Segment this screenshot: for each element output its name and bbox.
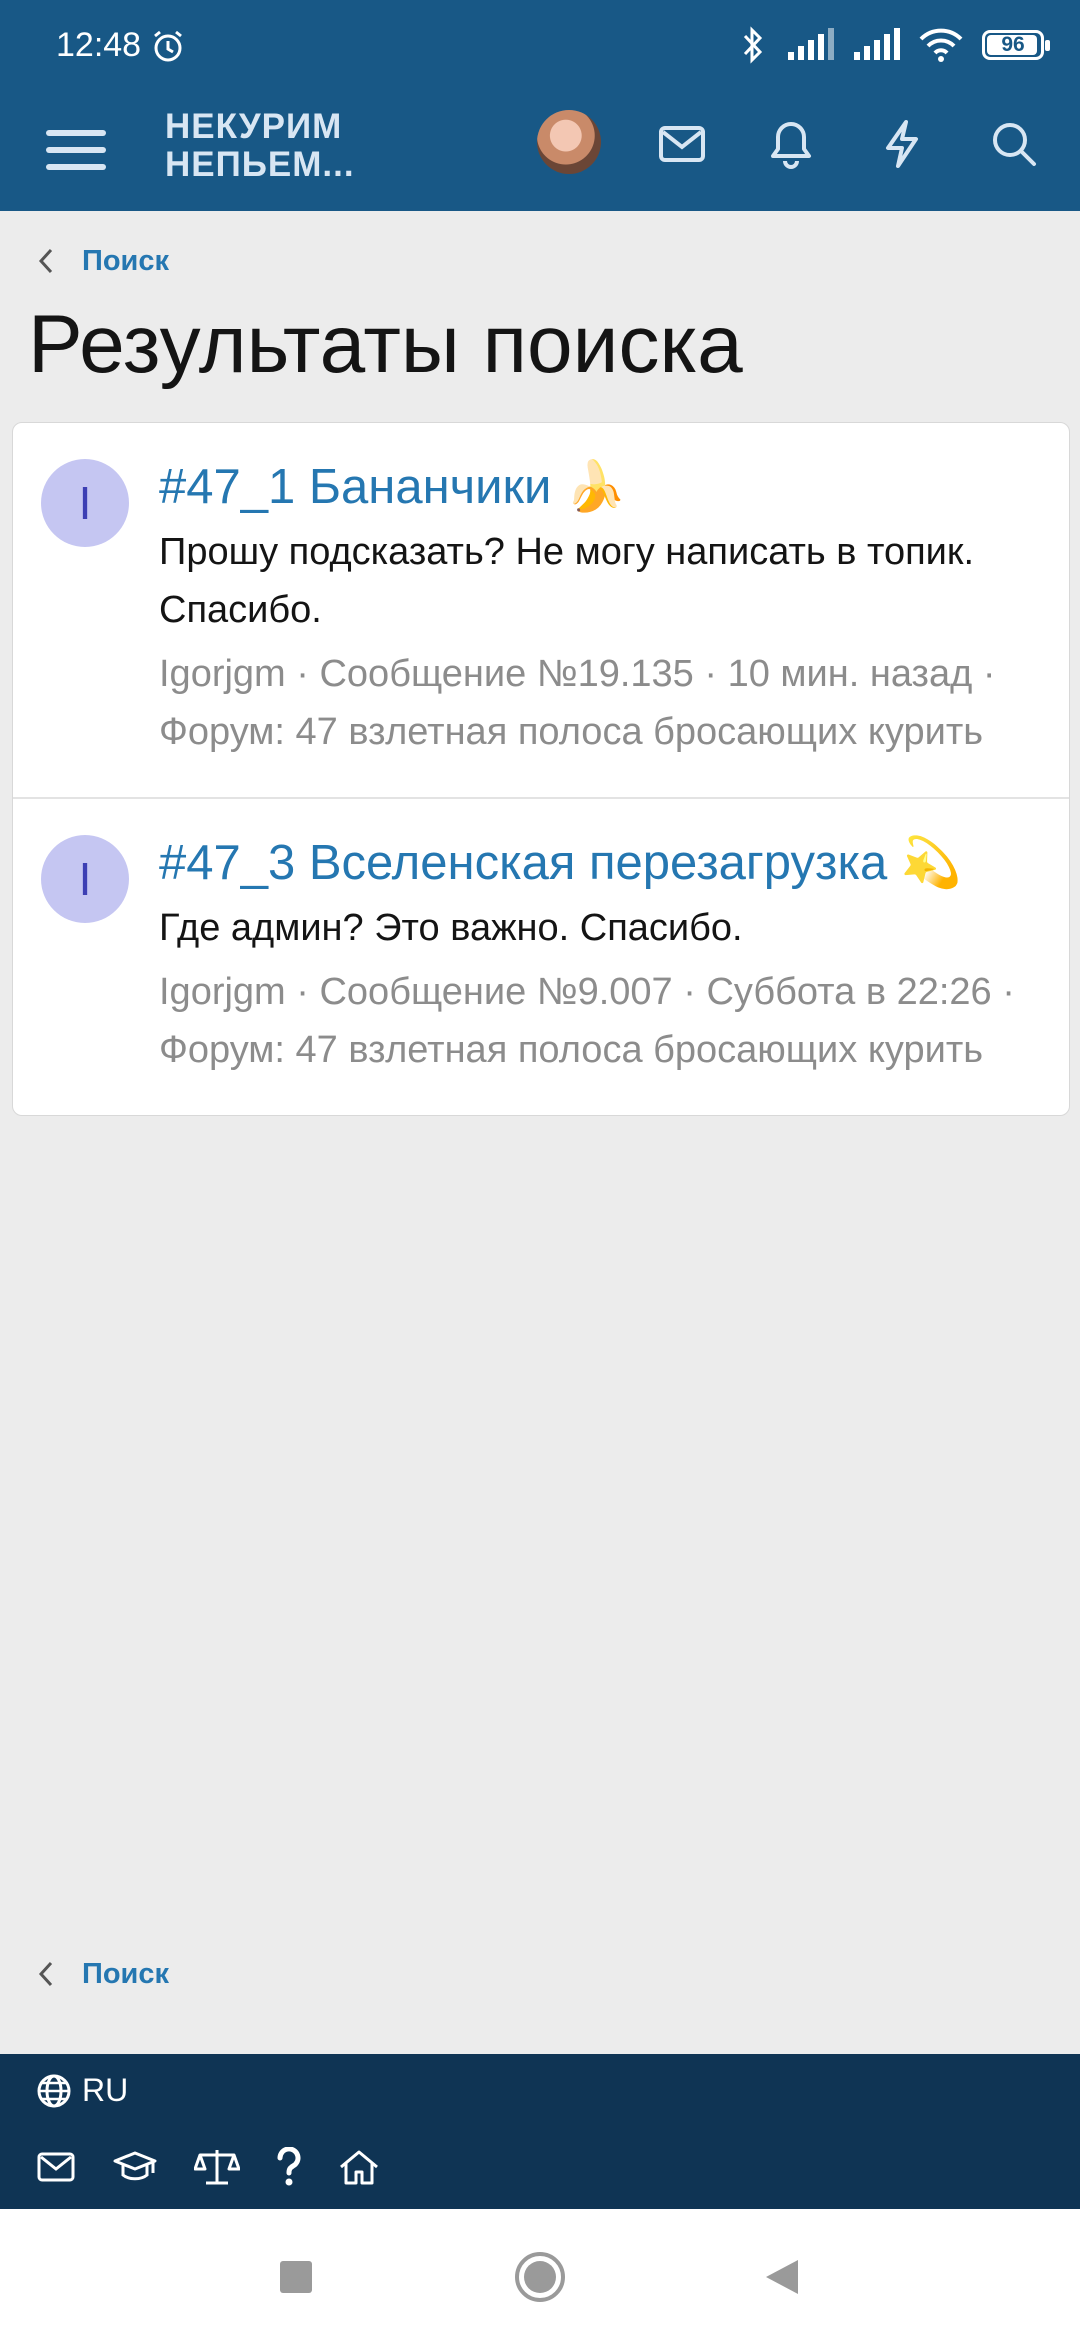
signal-icon bbox=[852, 28, 900, 62]
menu-icon[interactable] bbox=[44, 118, 108, 182]
language-selector[interactable]: RU bbox=[36, 2072, 128, 2109]
nav-square-icon[interactable] bbox=[266, 2247, 326, 2307]
breadcrumb-bottom[interactable]: Поиск bbox=[36, 1949, 169, 1999]
nav-back-icon[interactable] bbox=[752, 2247, 812, 2307]
home-icon[interactable] bbox=[338, 2148, 380, 2186]
chevron-left-icon bbox=[36, 246, 56, 276]
bell-icon[interactable] bbox=[761, 114, 821, 174]
mail-icon[interactable] bbox=[652, 114, 712, 174]
result-title-link[interactable]: #47_3 Вселенская перезагрузка 💫 bbox=[159, 833, 1039, 893]
result-snippet: Прошу подсказать? Не могу написать в топ… bbox=[159, 531, 975, 631]
system-nav-bar bbox=[0, 2209, 1080, 2340]
battery-level: 96 bbox=[1001, 33, 1025, 56]
site-footer: RU bbox=[0, 2054, 1080, 2209]
status-bar: 12:48 96 bbox=[0, 0, 1080, 96]
bolt-icon[interactable] bbox=[872, 114, 932, 174]
logo-line1: НЕКУРИМ bbox=[165, 107, 343, 146]
result-meta: Igorjgm · Сообщение №19.135 · 10 мин. на… bbox=[159, 653, 996, 753]
bluetooth-icon bbox=[738, 26, 768, 64]
nav-circle-icon[interactable] bbox=[510, 2247, 570, 2307]
result-snippet: Где админ? Это важно. Спасибо. bbox=[159, 907, 743, 949]
battery-icon: 96 bbox=[982, 30, 1050, 60]
language-label: RU bbox=[82, 2072, 129, 2108]
page-title: Результаты поиска bbox=[28, 299, 743, 390]
logo-line2: НЕПЬЕМ... bbox=[165, 145, 355, 184]
breadcrumb[interactable]: Поиск bbox=[36, 236, 169, 286]
globe-icon bbox=[36, 2073, 72, 2109]
signal-icon bbox=[786, 28, 834, 62]
avatar[interactable]: I bbox=[41, 459, 129, 547]
avatar[interactable]: I bbox=[41, 835, 129, 923]
breadcrumb-link[interactable]: Поиск bbox=[82, 1958, 169, 1991]
footer-links bbox=[36, 2147, 380, 2187]
app-header: НЕКУРИМ НЕПЬЕМ... bbox=[0, 96, 1080, 211]
breadcrumb-link[interactable]: Поиск bbox=[82, 245, 169, 278]
mail-icon[interactable] bbox=[36, 2150, 76, 2184]
avatar[interactable] bbox=[537, 110, 601, 174]
search-result-item[interactable]: I #47_1 Бананчики 🍌 Прошу подсказать? Не… bbox=[13, 423, 1069, 799]
wifi-icon bbox=[918, 27, 964, 63]
result-meta: Igorjgm · Сообщение №9.007 · Суббота в 2… bbox=[159, 971, 1015, 1071]
site-logo[interactable]: НЕКУРИМ НЕПЬЕМ... bbox=[165, 108, 355, 184]
scales-icon[interactable] bbox=[194, 2147, 240, 2187]
search-results-list: I #47_1 Бананчики 🍌 Прошу подсказать? Не… bbox=[12, 422, 1070, 1116]
question-icon[interactable] bbox=[276, 2147, 302, 2187]
result-title-link[interactable]: #47_1 Бананчики 🍌 bbox=[159, 457, 1039, 517]
graduation-cap-icon[interactable] bbox=[112, 2149, 158, 2185]
search-icon[interactable] bbox=[984, 114, 1044, 174]
chevron-left-icon bbox=[36, 1959, 56, 1989]
search-result-item[interactable]: I #47_3 Вселенская перезагрузка 💫 Где ад… bbox=[13, 799, 1069, 1115]
status-time: 12:48 bbox=[56, 26, 142, 64]
alarm-icon bbox=[150, 28, 186, 64]
